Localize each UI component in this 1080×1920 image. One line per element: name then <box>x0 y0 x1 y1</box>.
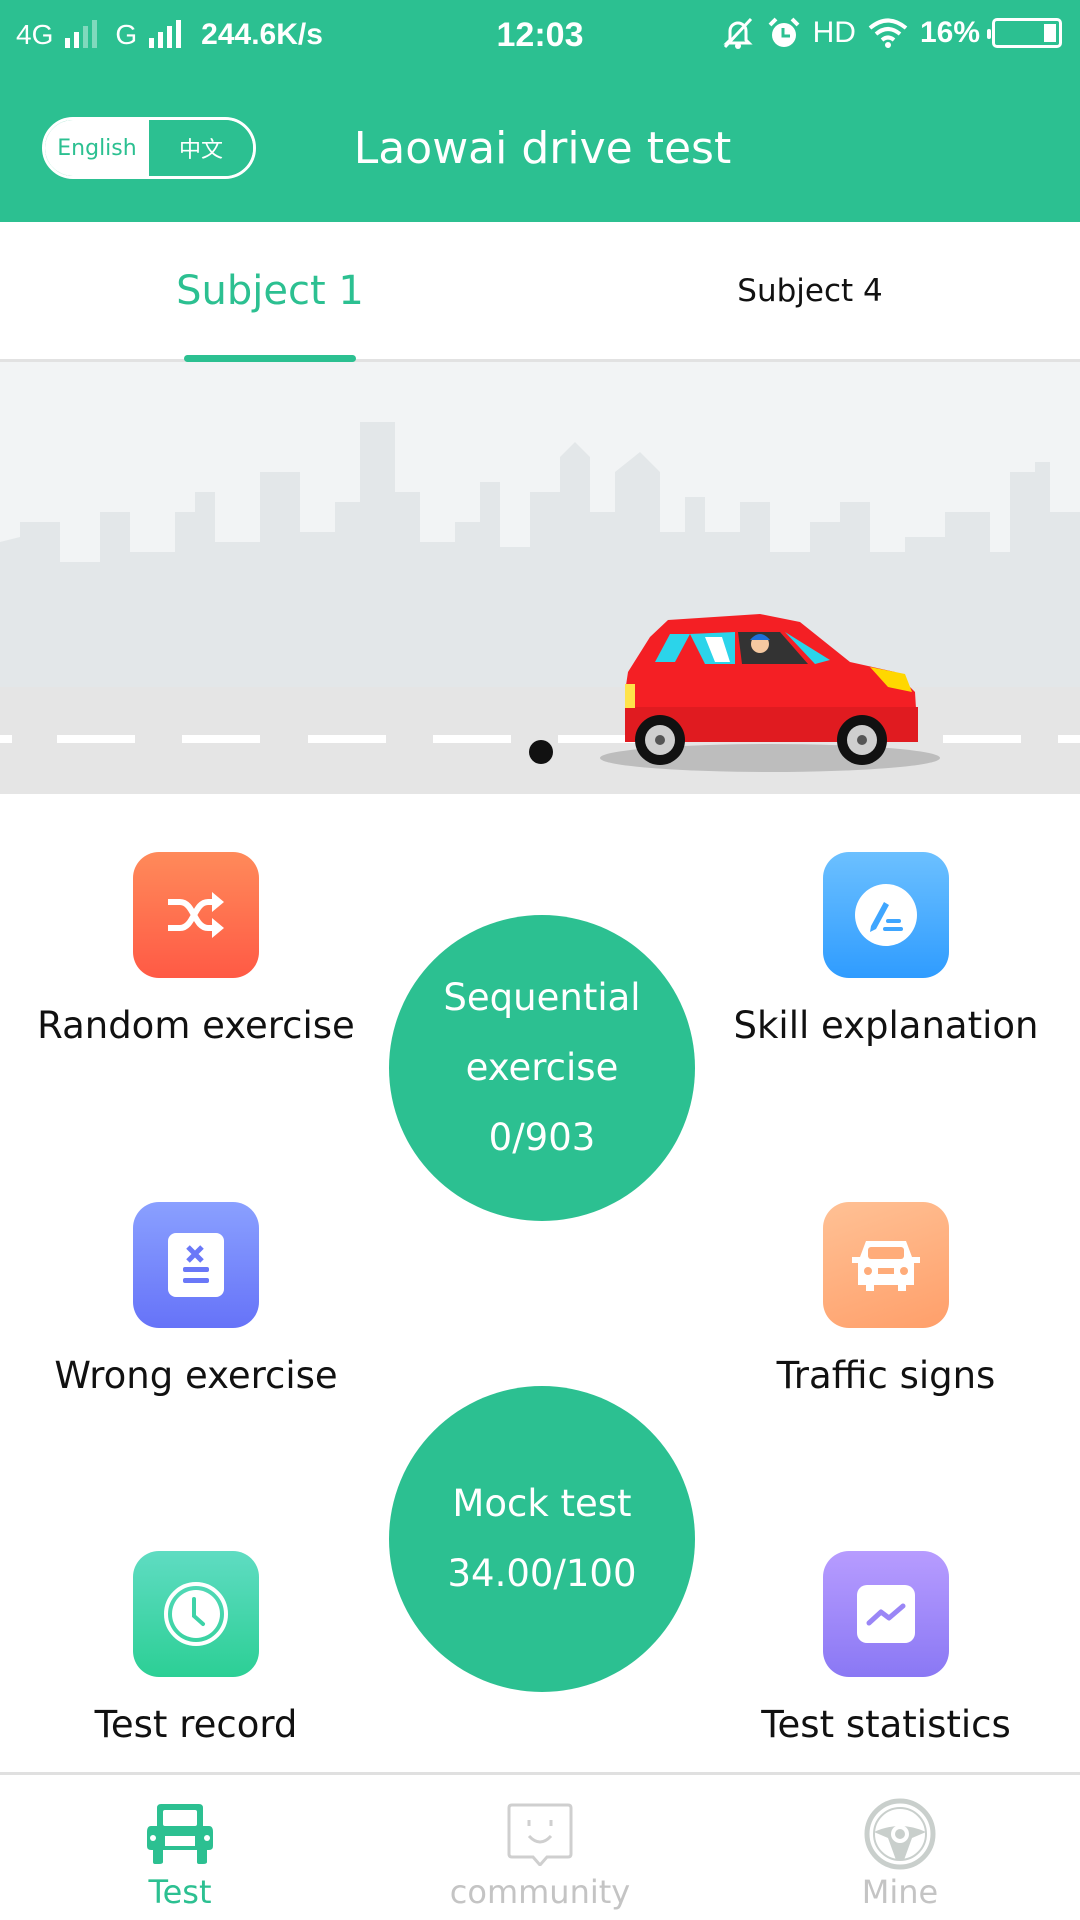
car-icon <box>143 1797 217 1871</box>
tab-label: Subject 1 <box>176 267 364 314</box>
feature-label: Traffic signs <box>776 1354 996 1397</box>
banner-illustration <box>0 362 1080 794</box>
carousel-page-indicator[interactable] <box>529 740 553 764</box>
app-screen: 4G G 244.6K/s 12:03 HD 16% English 中文 La… <box>0 0 1080 1920</box>
active-tab-indicator <box>184 355 356 362</box>
sequential-label-1: Sequential <box>443 976 641 1019</box>
sequential-exercise-button[interactable]: Sequential exercise 0/903 <box>389 915 695 1221</box>
trend-chart-icon <box>823 1551 949 1677</box>
wrong-list-icon <box>133 1202 259 1328</box>
shuffle-icon <box>133 852 259 978</box>
chat-smile-icon <box>505 1797 575 1871</box>
battery-icon <box>987 18 1062 48</box>
feature-label: Wrong exercise <box>54 1354 338 1397</box>
steering-wheel-icon <box>864 1797 936 1871</box>
app-title: Laowai drive test <box>353 123 732 174</box>
feature-label: Random exercise <box>37 1004 355 1047</box>
pencil-note-icon <box>823 852 949 978</box>
nav-mine[interactable]: Mine <box>720 1775 1080 1920</box>
car-wheel <box>635 715 685 765</box>
wifi-icon <box>868 18 908 48</box>
mock-test-label: Mock test <box>452 1482 632 1525</box>
app-header: English 中文 Laowai drive test <box>0 75 1080 222</box>
car-wheel <box>837 715 887 765</box>
clock-icon <box>133 1551 259 1677</box>
feature-label: Test statistics <box>761 1703 1011 1746</box>
tab-subject-1[interactable]: Subject 1 <box>0 222 540 362</box>
nav-test[interactable]: Test <box>0 1775 360 1920</box>
status-right: HD 16% <box>721 16 1062 50</box>
bell-muted-icon <box>722 17 753 49</box>
mock-test-button[interactable]: Mock test 34.00/100 <box>389 1386 695 1692</box>
nav-community[interactable]: community <box>360 1775 720 1920</box>
test-statistics-button[interactable]: Test statistics <box>716 1551 1056 1746</box>
skill-explanation-button[interactable]: Skill explanation <box>716 852 1056 1047</box>
feature-label: Test record <box>94 1703 298 1746</box>
banner-carousel[interactable] <box>0 362 1080 794</box>
nav-label: Mine <box>861 1873 939 1911</box>
bottom-navigation: Test community Mine <box>0 1772 1080 1920</box>
sequential-progress: 0/903 <box>488 1116 596 1159</box>
subject-tabs: Subject 1 Subject 4 <box>0 222 1080 362</box>
nav-label: Test <box>148 1873 212 1911</box>
battery-percent: 16% <box>919 16 980 49</box>
alarm-icon <box>768 17 800 47</box>
tab-label: Subject 4 <box>737 272 883 309</box>
sequential-label-2: exercise <box>465 1046 619 1089</box>
battery-level <box>1044 24 1056 42</box>
tab-subject-4[interactable]: Subject 4 <box>540 222 1080 359</box>
feature-label: Skill explanation <box>733 1004 1039 1047</box>
mock-test-score: 34.00/100 <box>447 1552 637 1595</box>
hd-indicator: HD <box>812 16 856 49</box>
random-exercise-button[interactable]: Random exercise <box>26 852 366 1047</box>
status-bar: 4G G 244.6K/s 12:03 HD 16% <box>0 0 1080 75</box>
car-front-icon <box>823 1202 949 1328</box>
nav-label: community <box>449 1873 631 1911</box>
traffic-signs-button[interactable]: Traffic signs <box>716 1202 1056 1397</box>
test-record-button[interactable]: Test record <box>26 1551 366 1746</box>
wrong-exercise-button[interactable]: Wrong exercise <box>26 1202 366 1397</box>
